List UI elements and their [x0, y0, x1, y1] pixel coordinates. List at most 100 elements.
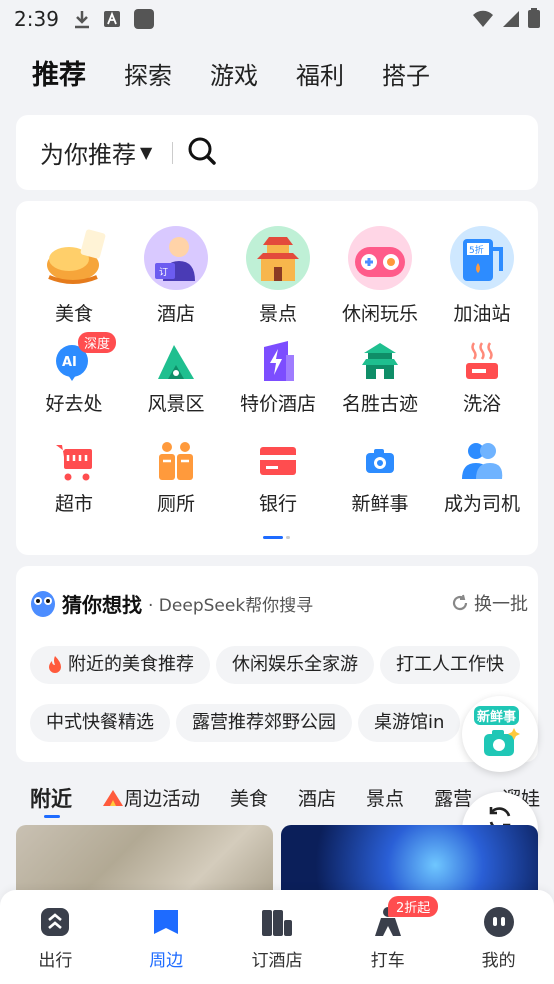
grid-item-discount-hotel[interactable]: 特价酒店 — [226, 339, 330, 416]
search-icon[interactable] — [187, 136, 217, 170]
bottom-nav-hotel[interactable]: 订酒店 — [222, 890, 333, 984]
grid-label: 银行 — [258, 493, 297, 515]
fuel-pump-icon: 5折 — [450, 226, 514, 290]
cat-tab-label: 周边活动 — [124, 788, 201, 810]
chip-chinese-fastfood[interactable]: 中式快餐精选 — [30, 704, 170, 742]
grid-item-news[interactable]: 新鲜事 — [328, 439, 432, 516]
svg-text:订: 订 — [159, 267, 168, 278]
search-bar[interactable]: 为你推荐 ▼ — [16, 115, 538, 190]
camera-sparkle-icon — [484, 728, 520, 756]
grid-item-become-driver[interactable]: 成为司机 — [430, 439, 534, 516]
bottom-nav-profile[interactable]: 我的 — [443, 890, 554, 984]
grid-item-hotel[interactable]: 订 酒店 — [124, 223, 228, 326]
status-bar: 2:39 — [0, 0, 554, 38]
search-divider — [172, 141, 174, 164]
cat-tab-attraction[interactable]: 景点 — [366, 784, 404, 814]
bottom-nav-label: 出行 — [38, 951, 73, 971]
restroom-icon — [159, 442, 193, 480]
grid-item-food[interactable]: 美食 — [22, 223, 126, 326]
chip-family-leisure[interactable]: 休闲娱乐全家游 — [216, 646, 374, 684]
guess-header: 猜你想找 · DeepSeek帮你搜寻 换一批 — [30, 588, 530, 618]
bottom-nav-label: 打车 — [370, 951, 405, 971]
nearby-icon — [154, 910, 179, 934]
grid-label: 洗浴 — [462, 393, 501, 415]
chip-label: 休闲娱乐全家游 — [232, 654, 358, 675]
driver-icon — [462, 443, 503, 479]
chip-camping-park[interactable]: 露营推荐郊野公园 — [176, 704, 352, 742]
grid-item-restroom[interactable]: 厕所 — [124, 439, 228, 516]
pagoda-icon — [246, 226, 310, 290]
chip-label: 附近的美食推荐 — [68, 654, 194, 675]
grid-label: 成为司机 — [443, 493, 520, 515]
grid-label: 厕所 — [156, 493, 195, 515]
grid-label: 好去处 — [45, 393, 103, 415]
mountain-icon — [158, 345, 194, 379]
bottom-nav-label: 订酒店 — [251, 951, 303, 971]
top-tabs: 推荐 探索 游戏 福利 搭子 — [32, 56, 468, 96]
news-fab[interactable]: 新鲜事 — [462, 696, 538, 772]
page-indicator — [263, 536, 290, 539]
wifi-icon — [472, 9, 494, 33]
bottom-nav-nearby[interactable]: 周边 — [111, 890, 222, 984]
recommend-dropdown-label[interactable]: 为你推荐 — [40, 135, 136, 170]
cat-tab-hotel[interactable]: 酒店 — [298, 784, 336, 814]
grid-label: 景点 — [258, 303, 297, 325]
bank-card-icon — [260, 447, 296, 475]
top-tab-recommend[interactable]: 推荐 — [32, 56, 86, 96]
font-a-icon — [103, 10, 121, 28]
app-square-icon — [133, 8, 155, 30]
bottom-nav-label: 周边 — [149, 951, 184, 971]
bottom-nav-label: 我的 — [481, 951, 516, 971]
taxi-discount-badge: 2折起 — [388, 896, 439, 917]
hotel-receptionist-icon: 订 — [144, 226, 208, 290]
bath-icon — [466, 342, 498, 379]
tent-icon — [103, 790, 123, 806]
caret-down-icon[interactable]: ▼ — [140, 143, 152, 162]
profile-icon — [483, 907, 514, 937]
grid-item-bath[interactable]: 洗浴 — [430, 339, 534, 416]
download-icon — [73, 9, 91, 29]
chip-label: 露营推荐郊野公园 — [192, 712, 336, 733]
grid-item-attraction[interactable]: 景点 — [226, 223, 330, 326]
chip-nearby-food[interactable]: 附近的美食推荐 — [30, 646, 210, 684]
chip-label: 中式快餐精选 — [46, 712, 154, 733]
grid-label: 美食 — [54, 303, 93, 325]
top-tab-buddies[interactable]: 搭子 — [382, 56, 430, 96]
battery-icon — [528, 8, 540, 33]
grid-label: 新鲜事 — [351, 493, 409, 515]
lightning-building-icon — [264, 341, 294, 381]
chip-row-1: 附近的美食推荐 休闲娱乐全家游 打工人工作快 — [30, 646, 520, 684]
chip-boardgame[interactable]: 桌游馆in — [358, 704, 461, 742]
grid-item-supermarket[interactable]: 超市 — [22, 439, 126, 516]
grid-item-scenic-area[interactable]: 风景区 — [124, 339, 228, 416]
category-grid: 美食 订 酒店 景点 休闲玩乐 5折 加油站 AI 好去处 深度 风景区 特价酒… — [16, 201, 538, 555]
svg-text:5折: 5折 — [469, 244, 484, 256]
grid-label: 加油站 — [453, 303, 511, 325]
chip-label: 桌游馆in — [374, 712, 445, 733]
guess-title: 猜你想找 — [62, 592, 142, 617]
grid-item-bank[interactable]: 银行 — [226, 439, 330, 516]
grid-item-gas-station[interactable]: 5折 加油站 — [430, 223, 534, 326]
gamepad-icon — [348, 226, 412, 290]
travel-icon — [41, 908, 70, 936]
guess-you-want-card: 猜你想找 · DeepSeek帮你搜寻 换一批 附近的美食推荐 休闲娱乐全家游 … — [16, 566, 538, 762]
top-tab-benefits[interactable]: 福利 — [296, 56, 344, 96]
cat-tab-nearby[interactable]: 附近 — [30, 784, 72, 818]
grid-label: 风景区 — [147, 393, 205, 415]
grid-label: 名胜古迹 — [341, 393, 418, 415]
bottom-nav-travel[interactable]: 出行 — [0, 890, 111, 984]
chip-row-2: 中式快餐精选 露营推荐郊野公园 桌游馆in — [30, 704, 461, 742]
grid-label: 超市 — [54, 493, 93, 515]
grid-item-leisure[interactable]: 休闲玩乐 — [328, 223, 432, 326]
temple-icon — [362, 343, 398, 379]
top-tab-games[interactable]: 游戏 — [210, 56, 258, 96]
signal-icon — [502, 9, 520, 33]
chip-worker-fast[interactable]: 打工人工作快 — [380, 646, 520, 684]
grid-label: 特价酒店 — [239, 393, 316, 415]
refresh-batch-button[interactable]: 换一批 — [450, 590, 528, 616]
fire-icon — [49, 656, 61, 673]
top-tab-explore[interactable]: 探索 — [124, 56, 172, 96]
grid-item-historic-sites[interactable]: 名胜古迹 — [328, 339, 432, 416]
cat-tab-food[interactable]: 美食 — [230, 784, 268, 814]
cat-tab-events[interactable]: 周边活动 — [102, 784, 200, 814]
